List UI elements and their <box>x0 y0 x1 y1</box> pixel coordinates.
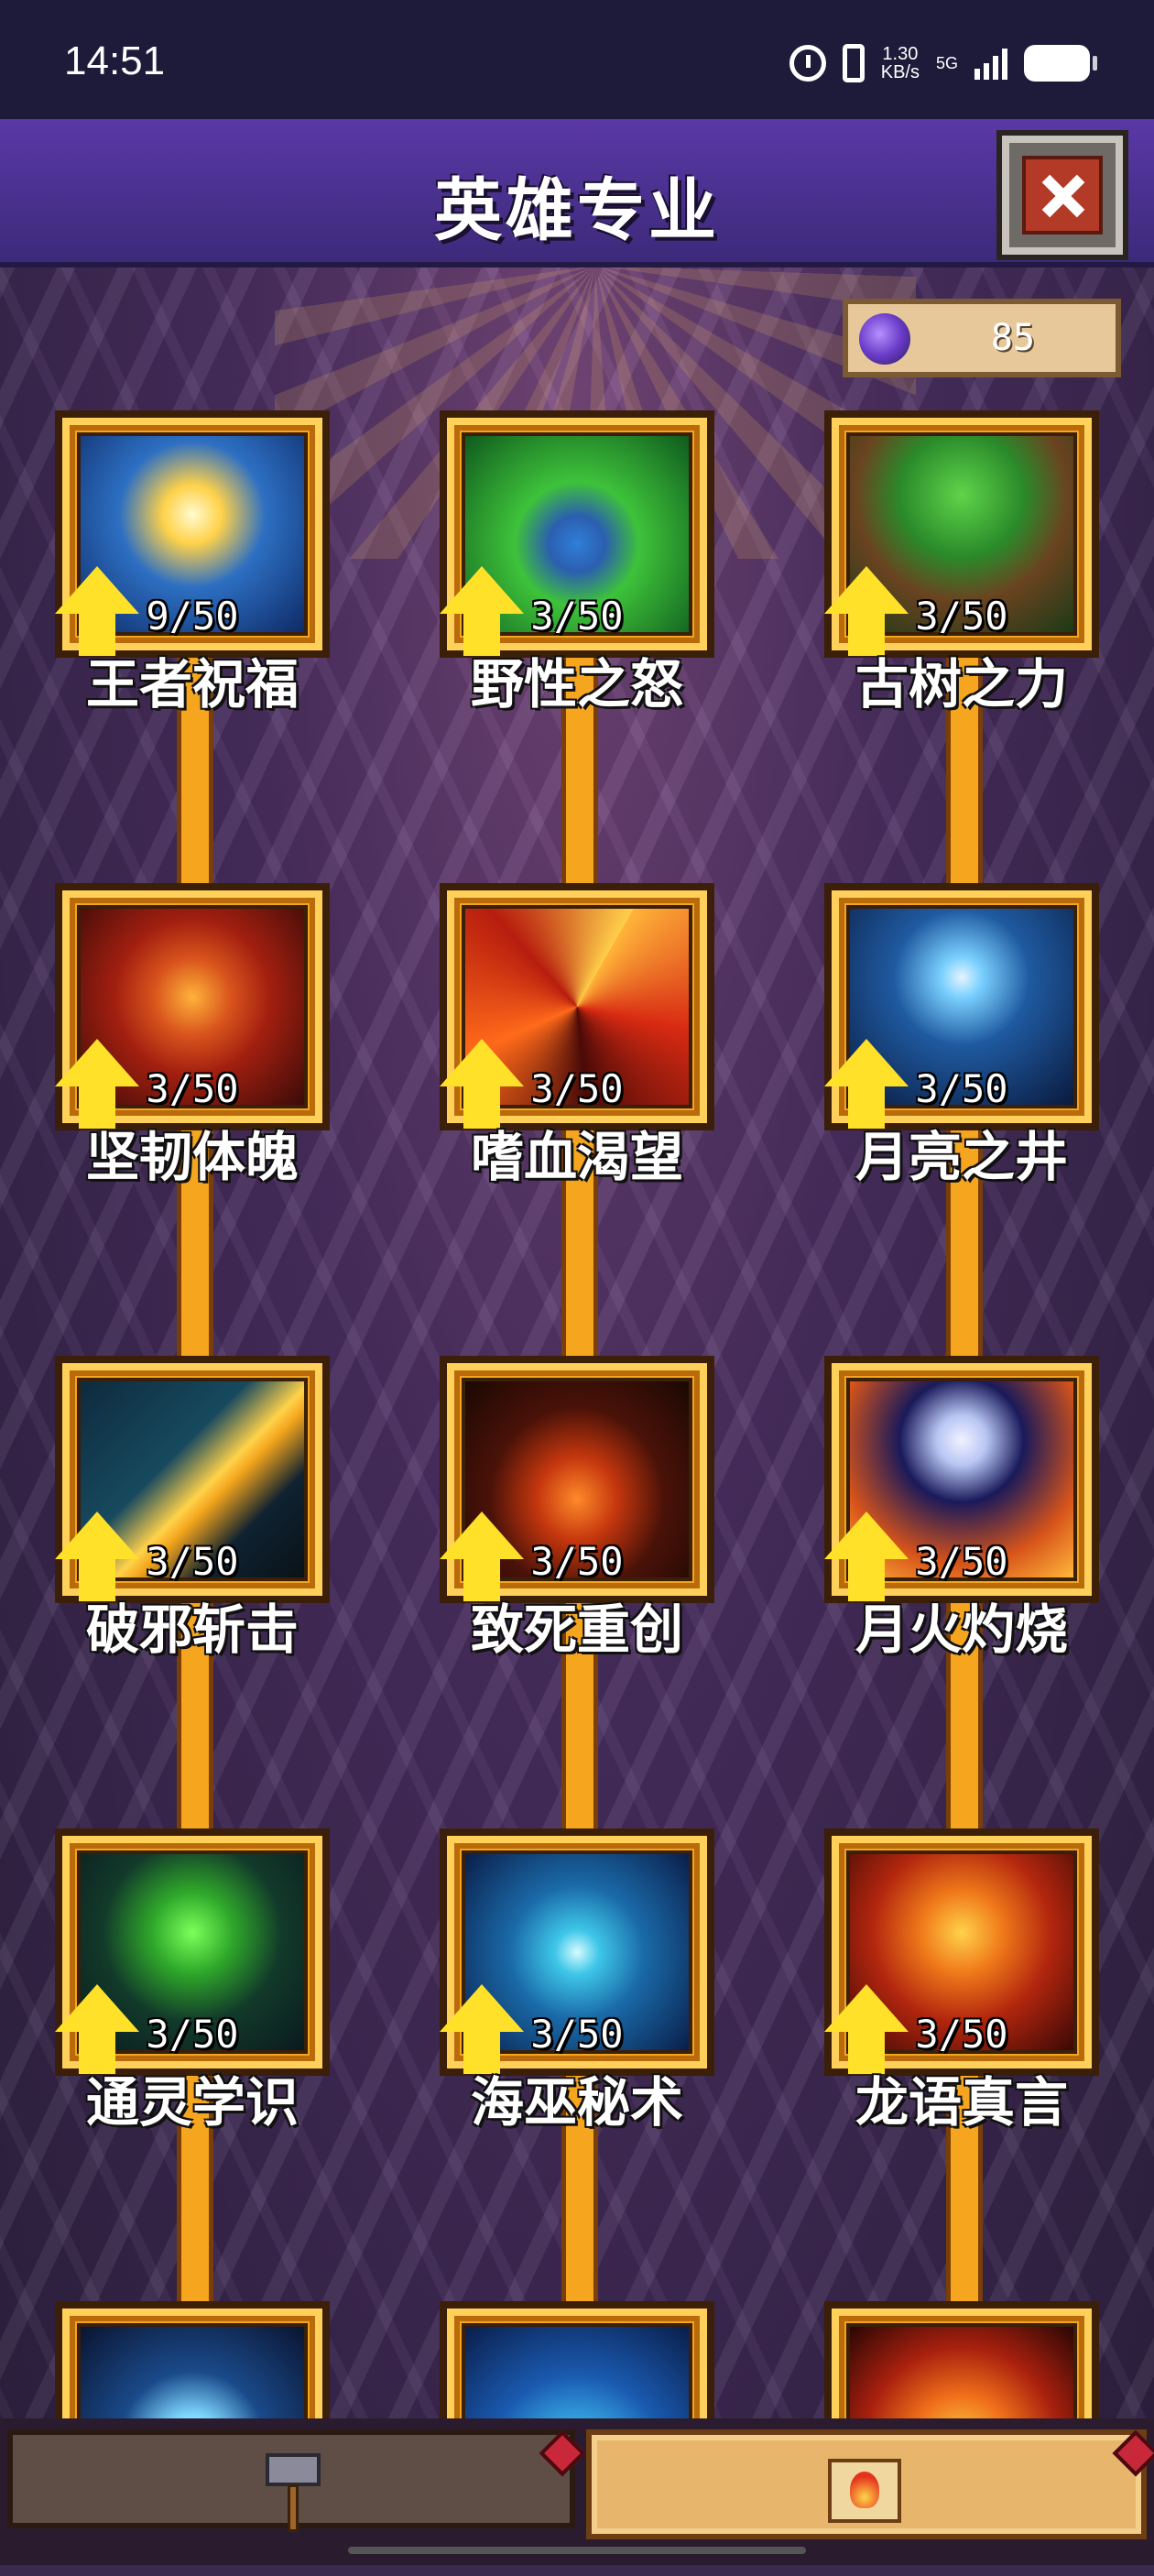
home-indicator[interactable] <box>348 2547 806 2554</box>
skill-level: 3/50 <box>915 1539 1008 1584</box>
skill-card[interactable]: 3/50 古树之力 <box>824 410 1099 715</box>
skill-name: 月火灼烧 <box>855 1599 1068 1661</box>
skill-card[interactable]: 3/50 月亮之井 <box>824 883 1099 1188</box>
skill-name: 嗜血渴望 <box>470 1126 683 1188</box>
status-time: 14:51 <box>64 38 166 83</box>
skill-level: 3/50 <box>530 594 624 639</box>
skill-name: 海巫秘术 <box>470 2071 683 2134</box>
skill-card[interactable]: 3/50 破邪斩击 <box>55 1356 330 1661</box>
status-icons: 1.30 KB/s 5G <box>789 42 1097 84</box>
skill-level: 3/50 <box>146 2012 239 2057</box>
tab-forge[interactable] <box>7 2429 575 2532</box>
skill-card[interactable]: 3/50 通灵学识 <box>55 1828 330 2134</box>
skill-name: 坚韧体魄 <box>85 1126 299 1188</box>
network-speed-value: 1.30 <box>882 44 919 64</box>
status-bar: 14:51 1.30 KB/s 5G <box>0 0 1154 119</box>
skill-name: 致死重创 <box>470 1599 683 1661</box>
close-button[interactable] <box>996 130 1128 260</box>
skill-name: 龙语真言 <box>855 2071 1068 2134</box>
skill-level: 3/50 <box>915 2012 1008 2057</box>
skill-level: 3/50 <box>530 1066 624 1111</box>
skill-card[interactable]: 3/50 野性之怒 <box>440 410 714 715</box>
scroll-icon <box>819 2448 910 2532</box>
skill-card[interactable]: 3/50 嗜血渴望 <box>440 883 714 1188</box>
skill-level: 3/50 <box>915 594 1008 639</box>
currency-value: 85 <box>990 317 1036 359</box>
skill-name: 通灵学识 <box>85 2071 299 2134</box>
close-icon <box>1022 156 1103 235</box>
skill-level: 3/50 <box>146 1066 239 1111</box>
skill-level: 3/50 <box>146 1539 239 1584</box>
tab-specialization[interactable] <box>586 2429 1147 2539</box>
skill-level: 3/50 <box>530 1539 624 1584</box>
network-speed-unit: KB/s <box>880 62 920 82</box>
purple-gem-icon <box>859 313 910 365</box>
bottom-tab-bar <box>0 2418 1154 2565</box>
skill-name: 破邪斩击 <box>85 1599 299 1661</box>
hammer-icon <box>266 2448 321 2532</box>
skill-card[interactable]: 3/50 龙语真言 <box>824 1828 1099 2134</box>
skill-card[interactable]: 3/50 海巫秘术 <box>440 1828 714 2134</box>
skill-level: 9/50 <box>146 594 239 639</box>
skill-name: 王者祝福 <box>85 653 299 715</box>
network-type: 5G <box>935 53 958 72</box>
vibrate-icon <box>842 44 865 82</box>
battery-icon <box>1024 45 1097 82</box>
skill-card[interactable]: 3/50 致死重创 <box>440 1356 714 1661</box>
header: 英雄专业 <box>0 119 1154 267</box>
signal-icon <box>974 47 1007 80</box>
skill-level: 3/50 <box>915 1066 1008 1111</box>
network-speed: 1.30 KB/s <box>881 45 920 82</box>
alarm-icon <box>789 45 826 82</box>
page-title: 英雄专业 <box>434 171 720 250</box>
skill-card[interactable]: 9/50 王者祝福 <box>55 410 330 715</box>
currency-display: 85 <box>843 299 1121 377</box>
skill-level: 3/50 <box>530 2012 624 2057</box>
skill-name: 月亮之井 <box>855 1126 1068 1188</box>
skill-card[interactable]: 3/50 坚韧体魄 <box>55 883 330 1188</box>
skill-name: 古树之力 <box>855 653 1068 715</box>
skill-card[interactable]: 3/50 月火灼烧 <box>824 1356 1099 1661</box>
skill-name: 野性之怒 <box>470 653 683 715</box>
